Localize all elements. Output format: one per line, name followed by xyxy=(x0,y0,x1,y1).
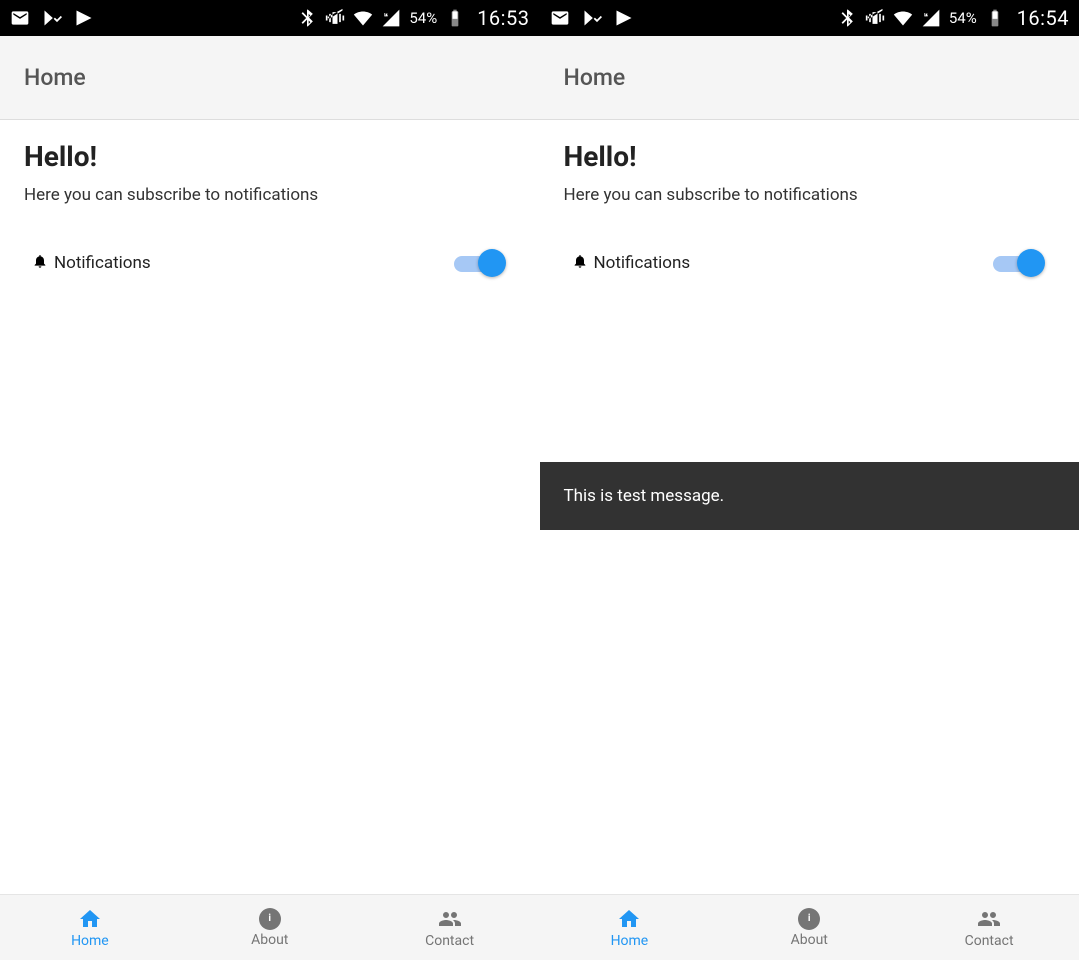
heading: Hello! xyxy=(24,140,516,173)
nav-contact-label: Contact xyxy=(425,933,474,949)
nav-about-label: About xyxy=(791,932,828,948)
notifications-toggle[interactable] xyxy=(454,249,508,277)
bluetooth-icon xyxy=(297,8,317,28)
status-bar: R 54% 16:53 xyxy=(0,0,540,36)
nav-contact[interactable]: Contact xyxy=(899,895,1079,960)
page-title: Home xyxy=(564,64,626,91)
nav-home-label: Home xyxy=(611,933,649,949)
nav-about-label: About xyxy=(251,932,288,948)
play-store-icon xyxy=(614,8,634,28)
play-check-icon xyxy=(582,8,602,28)
nav-home[interactable]: Home xyxy=(540,895,720,960)
info-icon: i xyxy=(259,908,281,930)
bell-icon xyxy=(32,253,48,273)
notifications-row: Notifications xyxy=(24,245,516,281)
bottom-nav: Home i About Contact xyxy=(0,894,540,960)
nav-home-label: Home xyxy=(71,933,109,949)
battery-percent: 54% xyxy=(949,9,977,27)
notifications-label-group: Notifications xyxy=(32,253,151,273)
mail-icon xyxy=(550,8,570,28)
status-left-icons xyxy=(550,8,634,28)
svg-text:R: R xyxy=(385,10,389,18)
snackbar-message: This is test message. xyxy=(564,486,725,506)
status-right-icons: R 54% 16:53 xyxy=(297,6,529,30)
home-icon xyxy=(617,907,641,931)
status-right-icons: R 54% 16:54 xyxy=(837,6,1069,30)
play-check-icon xyxy=(42,8,62,28)
toggle-thumb xyxy=(478,249,506,277)
bell-icon xyxy=(572,253,588,273)
status-clock: 16:53 xyxy=(477,6,529,30)
heading: Hello! xyxy=(564,140,1056,173)
bottom-nav: Home i About Contact xyxy=(540,894,1079,960)
bluetooth-icon xyxy=(837,8,857,28)
screen-right: R 54% 16:54 Home Hello! Here you can sub… xyxy=(540,0,1079,960)
signal-icon: R xyxy=(381,8,401,28)
people-icon xyxy=(438,907,462,931)
main-content: Hello! Here you can subscribe to notific… xyxy=(0,120,540,894)
app-bar: Home xyxy=(0,36,540,120)
signal-icon: R xyxy=(921,8,941,28)
toggle-thumb xyxy=(1017,249,1045,277)
home-icon xyxy=(78,907,102,931)
notifications-label-group: Notifications xyxy=(572,253,691,273)
people-icon xyxy=(977,907,1001,931)
screen-left: R 54% 16:53 Home Hello! Here you can sub… xyxy=(0,0,540,960)
nav-contact[interactable]: Contact xyxy=(360,895,540,960)
nav-about[interactable]: i About xyxy=(180,895,360,960)
notifications-row: Notifications xyxy=(564,245,1056,281)
battery-percent: 54% xyxy=(409,9,437,27)
nav-home[interactable]: Home xyxy=(0,895,180,960)
mail-icon xyxy=(10,8,30,28)
svg-text:R: R xyxy=(924,10,928,18)
nav-about[interactable]: i About xyxy=(719,895,899,960)
status-left-icons xyxy=(10,8,94,28)
snackbar[interactable]: This is test message. xyxy=(540,462,1079,530)
battery-icon xyxy=(985,8,1005,28)
nav-contact-label: Contact xyxy=(965,933,1014,949)
status-bar: R 54% 16:54 xyxy=(540,0,1079,36)
subheading: Here you can subscribe to notifications xyxy=(564,185,1056,205)
vibrate-icon xyxy=(325,8,345,28)
vibrate-icon xyxy=(865,8,885,28)
subheading: Here you can subscribe to notifications xyxy=(24,185,516,205)
page-title: Home xyxy=(24,64,86,91)
wifi-icon xyxy=(353,8,373,28)
status-clock: 16:54 xyxy=(1017,6,1069,30)
notifications-label: Notifications xyxy=(54,253,151,273)
info-icon: i xyxy=(798,908,820,930)
app-bar: Home xyxy=(540,36,1079,120)
battery-icon xyxy=(445,8,465,28)
notifications-toggle[interactable] xyxy=(993,249,1047,277)
notifications-label: Notifications xyxy=(594,253,691,273)
play-store-icon xyxy=(74,8,94,28)
wifi-icon xyxy=(893,8,913,28)
